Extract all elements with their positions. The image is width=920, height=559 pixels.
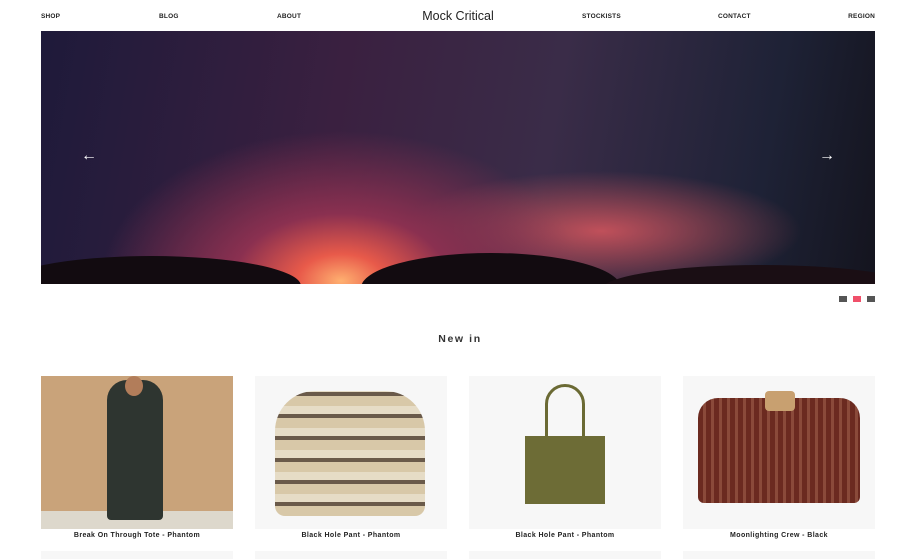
product-title[interactable]: Break On Through Tote - Phantom [41, 532, 233, 539]
product-card[interactable]: Moonlighting Crew - Black [683, 376, 875, 539]
product-image[interactable] [41, 376, 233, 529]
carousel-dots [839, 296, 875, 302]
hero-hill [41, 256, 301, 284]
nav-stockists[interactable]: STOCKISTS [582, 13, 621, 20]
product-card[interactable]: Break On Through Tote - Phantom [41, 376, 233, 539]
product-card-placeholder[interactable] [255, 551, 447, 559]
product-card-placeholder[interactable] [469, 551, 661, 559]
product-image[interactable] [683, 376, 875, 529]
section-title: New in [438, 333, 482, 345]
hero-hill [361, 253, 621, 284]
hero-hill [601, 265, 875, 284]
product-image[interactable] [469, 376, 661, 529]
carousel-dot-active[interactable] [853, 296, 861, 302]
top-nav: SHOP BLOG ABOUT Mock Critical STOCKISTS … [41, 0, 875, 31]
carousel-dot[interactable] [867, 296, 875, 302]
nav-blog[interactable]: BLOG [159, 13, 179, 20]
product-title[interactable]: Moonlighting Crew - Black [683, 532, 875, 539]
product-card[interactable]: Black Hole Pant - Phantom [469, 376, 661, 539]
product-card-placeholder[interactable] [41, 551, 233, 559]
product-title[interactable]: Black Hole Pant - Phantom [469, 532, 661, 539]
arrow-right-icon[interactable]: → [819, 147, 835, 165]
product-card-placeholder[interactable] [683, 551, 875, 559]
product-title[interactable]: Black Hole Pant - Phantom [255, 532, 447, 539]
carousel-dot[interactable] [839, 296, 847, 302]
nav-contact[interactable]: CONTACT [718, 13, 751, 20]
hero-carousel: ← → [41, 31, 875, 284]
nav-shop[interactable]: SHOP [41, 13, 60, 20]
product-card[interactable]: Black Hole Pant - Phantom [255, 376, 447, 539]
product-image[interactable] [255, 376, 447, 529]
arrow-left-icon[interactable]: ← [81, 147, 97, 165]
nav-about[interactable]: ABOUT [277, 13, 301, 20]
nav-region[interactable]: REGION [848, 13, 875, 20]
